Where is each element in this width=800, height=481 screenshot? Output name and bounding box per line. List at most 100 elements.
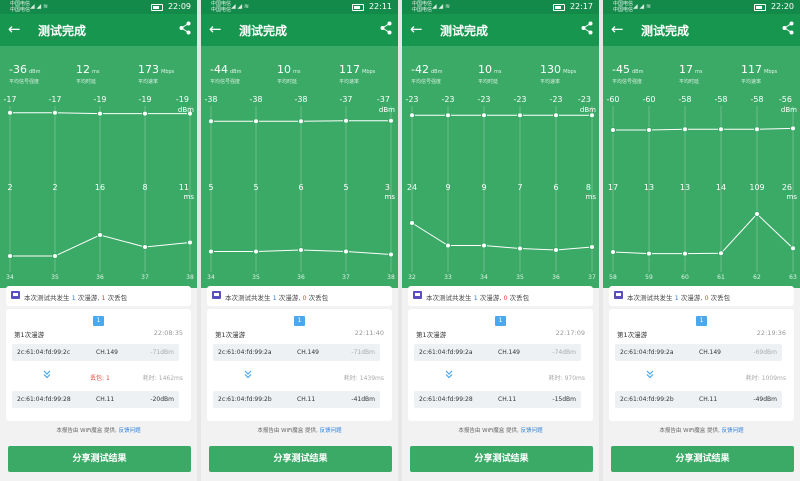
signal-data-label: -23 — [549, 95, 562, 104]
latency-point — [553, 247, 559, 253]
feedback-link[interactable]: 反馈问题 — [521, 428, 543, 434]
back-arrow-icon[interactable]: ← — [410, 20, 423, 38]
latency-data-label: 8 — [586, 183, 591, 192]
signal-point — [409, 112, 415, 119]
latency-series-line — [612, 213, 794, 255]
share-icon[interactable] — [380, 21, 392, 35]
share-results-button[interactable]: 分享测试结果 — [8, 446, 191, 472]
ap-channel: CH.149 — [699, 349, 721, 356]
x-tick-label: 58 — [609, 274, 617, 281]
roam-duration: 耗时: 1462ms — [142, 375, 183, 382]
summary-text: 本次测试共发生 1 次漫游, 0 次丢包 — [627, 294, 731, 302]
roam-detail-card: 1 第1次漫游 22:11:40 2c:61:04:fd:99:2a CH.14… — [207, 309, 392, 421]
latency-data-label: 9 — [481, 183, 486, 192]
signal-icon: ◢ ◢ ≋ — [231, 3, 250, 10]
x-tick-label: 36 — [297, 274, 305, 281]
battery-icon — [754, 4, 766, 11]
latency-point — [790, 245, 796, 252]
latency-data-label: 5 — [343, 183, 348, 192]
summary-card: 本次测试共发生 1 次漫游, 1 次丢包 — [6, 286, 191, 306]
ap-dbm: -71dBm — [150, 349, 174, 356]
results-panel: -44 dBm 平均信号强度 10 ms 平均时延 117 Mbps 平均速率 -38… — [201, 46, 398, 288]
latency-data-label: 2 — [7, 183, 12, 192]
signal-point — [646, 127, 652, 133]
signal-point — [52, 109, 58, 116]
roam-index-badge: 1 — [495, 316, 506, 326]
x-tick-label: 32 — [408, 274, 416, 281]
latency-data-label: 16 — [95, 183, 105, 192]
roam-time: 22:08:35 — [153, 329, 183, 337]
latency-data-label: 13 — [680, 183, 690, 192]
chevron-down-icon — [646, 370, 654, 379]
roam-count: 1 — [473, 294, 478, 302]
latency-data-label: 24 — [407, 183, 417, 192]
loss-count: 1 — [101, 294, 106, 302]
share-icon[interactable] — [581, 21, 593, 35]
battery-icon — [352, 4, 364, 11]
back-arrow-icon[interactable]: ← — [8, 20, 21, 38]
share-results-button[interactable]: 分享测试结果 — [410, 446, 593, 472]
x-tick-label: 34 — [6, 274, 14, 281]
feedback-link[interactable]: 反馈问题 — [320, 428, 342, 434]
signal-data-label: -58 — [714, 95, 727, 104]
status-bar: 中国电信 中国电信 ◢ ◢ ≋ 22:11 — [201, 0, 398, 14]
signal-latency-chart: -17 -17 -19 -19 -19 2 2 16 8 11 dBm ms 34 35 36 37 38 — [3, 95, 194, 281]
loss-count: 0 — [704, 294, 709, 302]
ap-mac: 2c:61:04:fd:99:2b — [620, 396, 674, 403]
roam-duration: 耗时: 1009ms — [745, 375, 786, 382]
roam-count: 1 — [272, 294, 277, 302]
ms-axis-label: ms — [586, 193, 597, 201]
ap-from-row: 2c:61:04:fd:99:2a CH.149 -71dBm — [213, 344, 380, 361]
ap-dbm: -69dBm — [753, 349, 777, 356]
feedback-link[interactable]: 反馈问题 — [722, 428, 744, 434]
signal-point — [388, 117, 394, 124]
signal-icon: ◢ ◢ ≋ — [432, 3, 451, 10]
summary-text: 本次测试共发生 1 次漫游, 1 次丢包 — [24, 294, 128, 302]
signal-latency-chart: -60 -60 -58 -58 -58 -56 17 13 13 14 109 26 dBm ms 58 59… — [606, 95, 797, 281]
chevron-down-icon — [43, 370, 51, 379]
back-arrow-icon[interactable]: ← — [611, 20, 624, 38]
latency-data-label: 3 — [385, 183, 390, 192]
x-tick-label: 37 — [141, 274, 149, 281]
signal-data-label: -60 — [642, 95, 655, 104]
latency-point — [97, 232, 103, 238]
latency-point — [298, 247, 304, 253]
summary-card: 本次测试共发生 1 次漫游, 0 次丢包 — [408, 286, 593, 306]
share-icon[interactable] — [179, 21, 191, 35]
ap-channel: CH.149 — [96, 349, 118, 356]
roam-index-badge: 1 — [294, 316, 305, 326]
router-icon — [212, 291, 221, 299]
ap-channel: CH.11 — [498, 396, 517, 403]
ap-channel: CH.11 — [699, 396, 718, 403]
share-results-button[interactable]: 分享测试结果 — [209, 446, 392, 472]
results-panel: -45 dBm 平均信号强度 17 ms 平均时延 117 Mbps 平均速率 -60… — [603, 46, 800, 288]
roam-count: 1 — [674, 294, 679, 302]
latency-point — [52, 253, 58, 259]
app-bar: ← 测试完成 — [0, 14, 197, 46]
ap-from-row: 2c:61:04:fd:99:2c CH.149 -71dBm — [12, 344, 179, 361]
signal-point — [142, 110, 148, 117]
latency-data-label: 11 — [179, 183, 189, 192]
share-icon[interactable] — [782, 21, 794, 35]
ap-channel: CH.11 — [297, 396, 316, 403]
x-tick-label: 38 — [387, 274, 395, 281]
share-results-button[interactable]: 分享测试结果 — [611, 446, 794, 472]
back-arrow-icon[interactable]: ← — [209, 20, 222, 38]
latency-point — [754, 211, 760, 217]
carrier-label: 中国电信 中国电信 — [412, 1, 433, 13]
signal-point — [682, 126, 688, 133]
roam-detail-card: 1 第1次漫游 22:08:35 2c:61:04:fd:99:2c CH.14… — [6, 309, 191, 421]
status-bar: 中国电信 中国电信 ◢ ◢ ≋ 22:09 — [0, 0, 197, 14]
latency-data-label: 7 — [517, 183, 522, 192]
ap-from-row: 2c:61:04:fd:99:2a CH.149 -74dBm — [414, 344, 581, 361]
signal-point — [208, 118, 214, 125]
latency-point — [142, 244, 148, 250]
ap-dbm: -15dBm — [552, 396, 576, 403]
latency-point — [481, 242, 487, 249]
latency-data-label: 5 — [208, 183, 213, 192]
ap-mac: 2c:61:04:fd:99:28 — [419, 396, 473, 403]
summary-card: 本次测试共发生 1 次漫游, 0 次丢包 — [207, 286, 392, 306]
feedback-link[interactable]: 反馈问题 — [119, 428, 141, 434]
signal-data-label: -17 — [3, 95, 16, 104]
ap-channel: CH.149 — [297, 349, 319, 356]
